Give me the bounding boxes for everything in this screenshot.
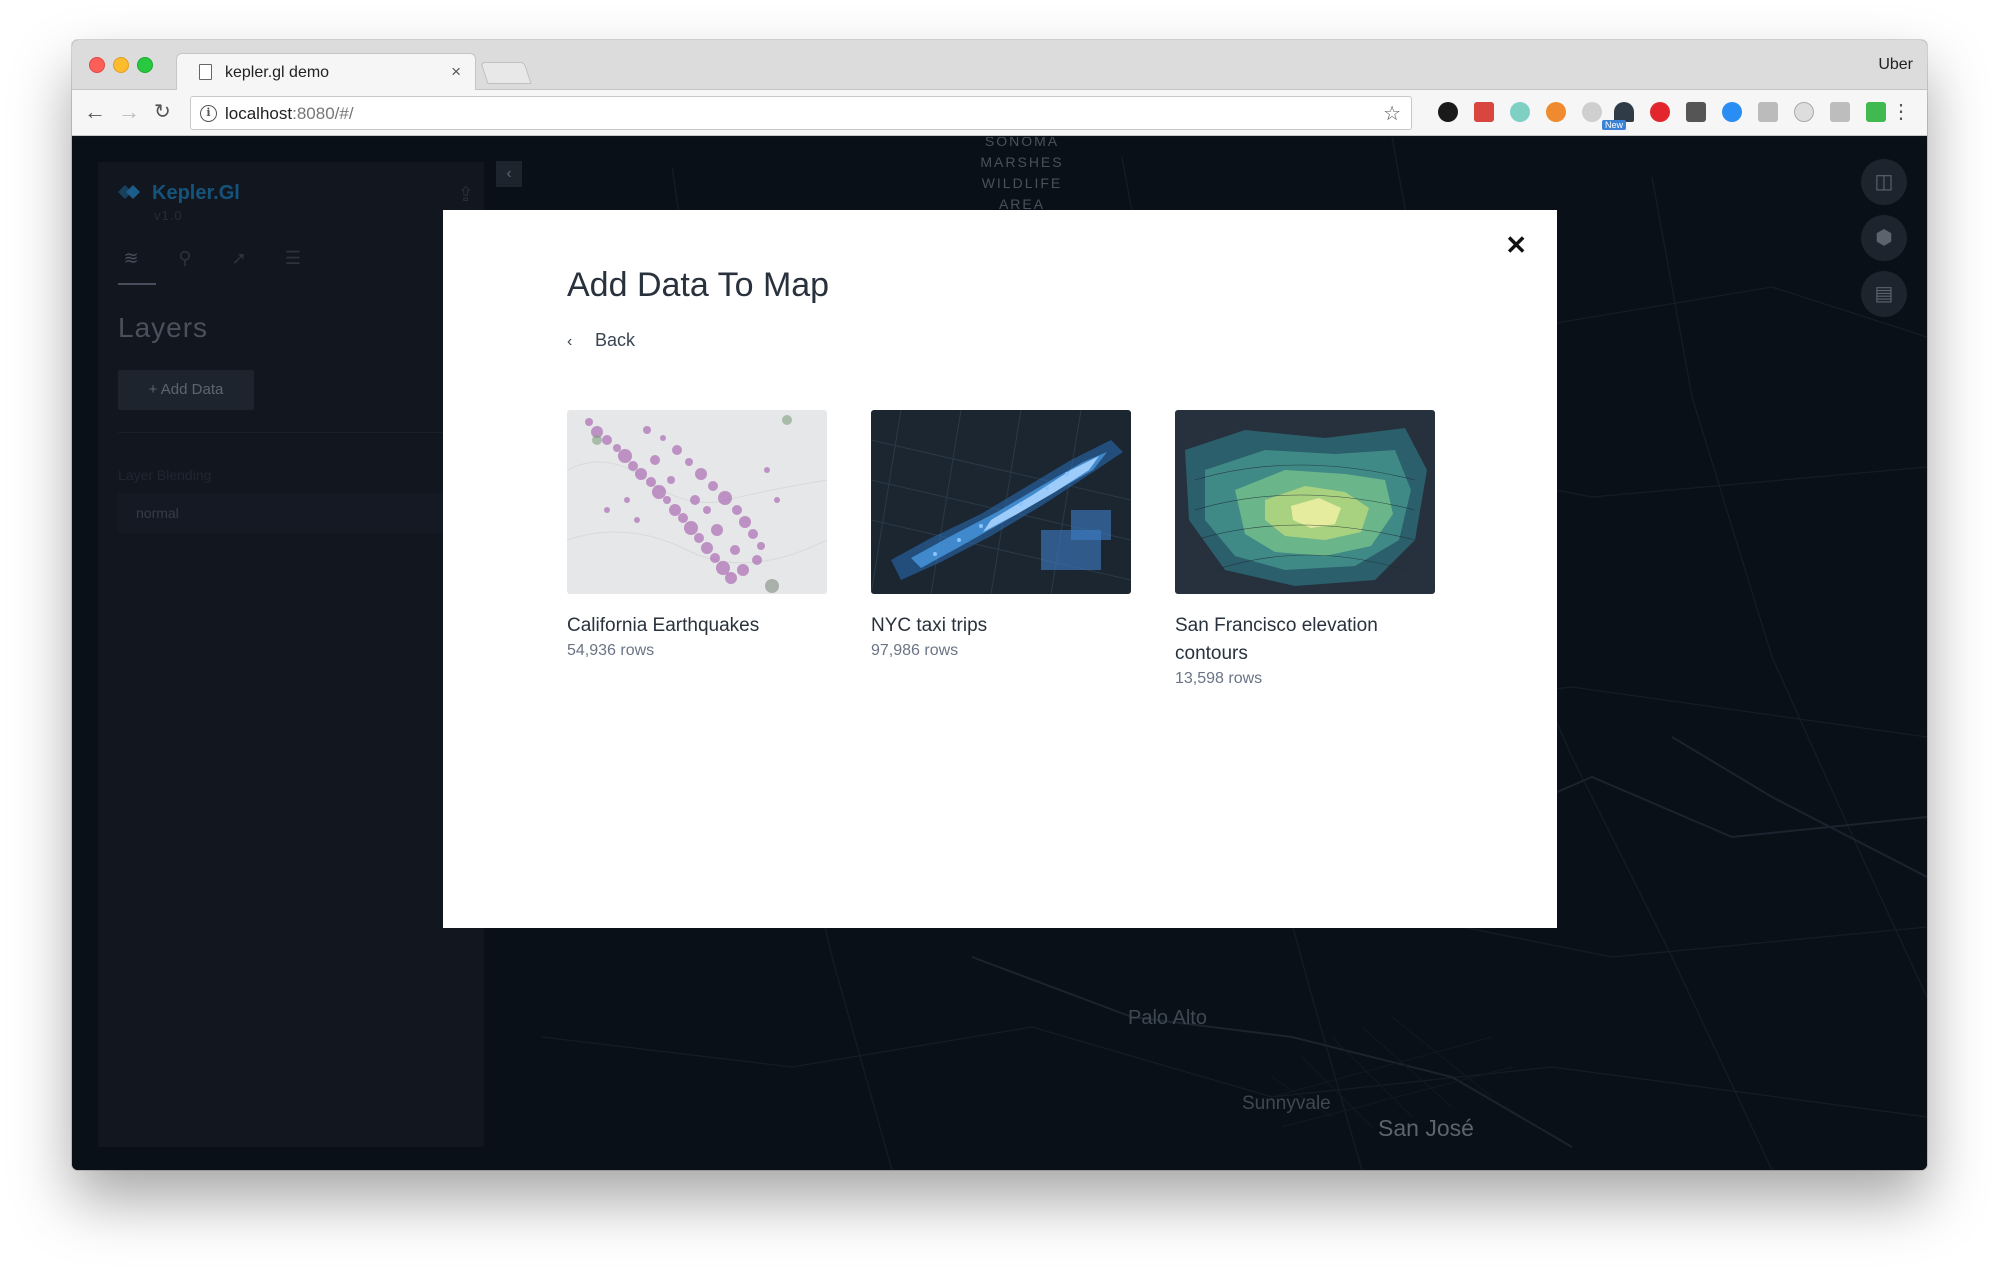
maximize-window-button[interactable]	[137, 57, 153, 73]
dataset-thumbnail[interactable]	[567, 410, 827, 594]
browser-window: kepler.gl demo × Uber ← → ↻ i localhost:…	[72, 40, 1927, 1170]
modal-title: Add Data To Map	[567, 266, 830, 304]
extension-icon[interactable]	[1830, 102, 1850, 122]
back-button[interactable]: ‹ Back	[567, 330, 635, 351]
reload-icon[interactable]: ↻	[154, 99, 171, 125]
close-icon[interactable]: ✕	[1505, 232, 1527, 258]
info-icon[interactable]: i	[200, 105, 217, 122]
extension-icon[interactable]	[1794, 102, 1814, 122]
dataset-name: NYC taxi trips	[871, 615, 988, 636]
extension-opera-icon[interactable]	[1650, 102, 1670, 122]
add-data-modal: ✕ Add Data To Map ‹ Back California Eart…	[443, 210, 1557, 928]
page-icon	[199, 64, 212, 80]
back-label: Back	[595, 330, 636, 350]
address-bar[interactable]: i localhost:8080/#/ ☆	[190, 96, 1412, 130]
bookmark-star-icon[interactable]: ☆	[1383, 101, 1401, 126]
url-host: localhost	[225, 104, 293, 123]
minimize-window-button[interactable]	[113, 57, 129, 73]
dataset-thumbnail[interactable]	[1175, 410, 1435, 594]
dataset-rows: 13,598 rows	[1175, 670, 1263, 687]
kepler-app: SONOMA MARSHES WILDLIFE AREA Palo Alto S…	[72, 137, 1927, 1170]
new-badge: New	[1602, 120, 1627, 130]
tab-close-icon[interactable]: ×	[451, 62, 461, 82]
extension-icon[interactable]	[1758, 102, 1778, 122]
dataset-card-earthquakes[interactable]: California Earthquakes 54,936 rows	[567, 410, 827, 660]
dataset-name: California Earthquakes	[567, 615, 760, 636]
extension-1password-icon[interactable]	[1438, 102, 1458, 122]
extension-icon[interactable]	[1686, 102, 1706, 122]
dataset-card-nyc-taxi[interactable]: NYC taxi trips 97,986 rows	[871, 410, 1131, 660]
sf-elevation-thumbnail-image	[1175, 410, 1435, 594]
dataset-thumbnail[interactable]	[871, 410, 1131, 594]
extension-icon[interactable]	[1722, 102, 1742, 122]
tab-strip: kepler.gl demo × Uber	[72, 40, 1927, 91]
nyc-taxi-thumbnail-image	[871, 410, 1131, 594]
dataset-name: San Francisco elevation contours	[1175, 615, 1378, 664]
extension-icon[interactable]	[1582, 102, 1602, 122]
dataset-card-sf-elevation[interactable]: San Francisco elevation contours 13,598 …	[1175, 410, 1435, 688]
extension-icon[interactable]	[1546, 102, 1566, 122]
new-tab-button[interactable]	[480, 62, 532, 84]
close-window-button[interactable]	[89, 57, 105, 73]
profile-name[interactable]: Uber	[1878, 56, 1913, 74]
chevron-left-icon: ‹	[567, 333, 573, 350]
extension-icon[interactable]	[1510, 102, 1530, 122]
tab-title: kepler.gl demo	[225, 64, 330, 81]
forward-arrow-icon[interactable]: →	[118, 99, 140, 125]
extension-icon[interactable]	[1614, 102, 1634, 122]
url-path: :8080/#/	[292, 104, 354, 123]
extension-icon[interactable]	[1474, 102, 1494, 122]
url-text[interactable]: localhost:8080/#/	[225, 104, 354, 124]
extension-icon[interactable]	[1866, 102, 1886, 122]
browser-tab[interactable]: kepler.gl demo ×	[176, 53, 476, 91]
dataset-rows: 54,936 rows	[567, 642, 655, 659]
back-arrow-icon[interactable]: ←	[84, 99, 106, 125]
earthquake-thumbnail-image	[567, 410, 827, 594]
browser-toolbar: ← → ↻ i localhost:8080/#/ ☆ New ⋮	[72, 90, 1927, 136]
dataset-rows: 97,986 rows	[871, 642, 959, 659]
browser-menu-icon[interactable]: ⋮	[1891, 99, 1911, 124]
